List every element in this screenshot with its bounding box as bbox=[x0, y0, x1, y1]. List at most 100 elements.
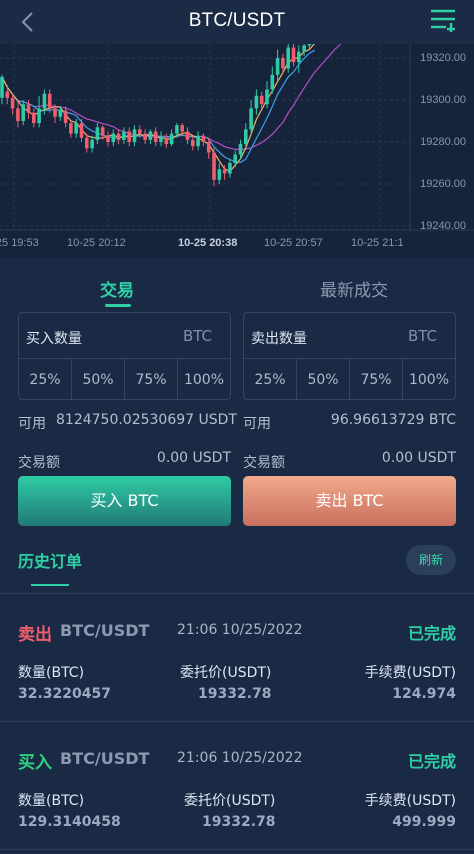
candle-body bbox=[297, 51, 301, 63]
y-tick-label: 19280.00 bbox=[420, 136, 466, 148]
refresh-button[interactable]: 刷新 bbox=[406, 545, 456, 575]
x-tick-label: 10-25 19:53 bbox=[0, 237, 39, 249]
page-title: BTC/USDT bbox=[188, 10, 286, 31]
x-tick-label: 10-25 20:12 bbox=[67, 237, 126, 249]
sell-pct-50-button[interactable]: 50% bbox=[297, 359, 350, 400]
sell-amount-label: 交易额 bbox=[243, 455, 285, 471]
top-bar: BTC/USDT bbox=[0, 0, 474, 44]
candle-body bbox=[69, 123, 73, 134]
candle-body bbox=[132, 129, 137, 142]
tab-active-indicator bbox=[105, 304, 131, 307]
candle-body bbox=[164, 137, 169, 145]
candle-body bbox=[106, 135, 110, 142]
candle-body bbox=[228, 163, 232, 174]
candle-body bbox=[63, 110, 68, 124]
candle-body bbox=[191, 139, 195, 147]
kline-chart[interactable]: 19320.00 19300.00 19280.00 19260.00 1924… bbox=[0, 44, 474, 258]
buy-percent-selector: 25% 50% 75% 100% bbox=[19, 358, 230, 400]
sell-quantity-label: 卖出数量 bbox=[251, 331, 307, 347]
order-fee-value: 499.999 bbox=[392, 814, 456, 830]
sell-amount-value: 0.00 USDT bbox=[381, 450, 456, 466]
y-tick-label: 19300.00 bbox=[420, 94, 466, 106]
buy-btc-button[interactable]: 买入 BTC bbox=[18, 476, 231, 526]
candle-body bbox=[196, 135, 200, 147]
trade-tabs: 交易 最新成交 bbox=[0, 268, 474, 312]
candle-body bbox=[16, 108, 20, 121]
candle-body bbox=[47, 93, 52, 109]
candle-body bbox=[148, 131, 153, 140]
order-pair: BTC/USDT bbox=[60, 749, 150, 768]
order-fee-label: 手续费(USDT) bbox=[364, 793, 456, 809]
order-qty-label: 数量(BTC) bbox=[18, 665, 85, 681]
buy-pct-50-button[interactable]: 50% bbox=[72, 359, 125, 400]
sell-pct-75-button[interactable]: 75% bbox=[350, 359, 403, 400]
candle-body bbox=[111, 133, 116, 142]
candle-body bbox=[249, 108, 253, 130]
candle-body bbox=[79, 123, 84, 138]
candle-body bbox=[206, 142, 211, 153]
order-side: 买入 bbox=[18, 753, 52, 773]
x-tick-label: 10-25 20:38 bbox=[178, 237, 238, 249]
candle-body bbox=[233, 154, 237, 163]
order-fee-label: 手续费(USDT) bbox=[364, 665, 456, 681]
candle-body bbox=[286, 47, 290, 69]
sell-quantity-unit: BTC bbox=[407, 327, 437, 345]
candle-body bbox=[5, 91, 10, 98]
candle-body bbox=[201, 135, 206, 142]
candle-body bbox=[238, 144, 243, 155]
buy-pct-25-button[interactable]: 25% bbox=[19, 359, 72, 400]
candle-body bbox=[143, 133, 147, 140]
buy-quantity-unit: BTC bbox=[182, 327, 212, 345]
candle-body bbox=[259, 95, 264, 105]
buy-amount-value: 0.00 USDT bbox=[156, 450, 231, 466]
history-tab-indicator bbox=[31, 584, 69, 586]
order-qty-label: 数量(BTC) bbox=[18, 793, 85, 809]
buy-pct-100-button[interactable]: 100% bbox=[178, 359, 230, 400]
candle-body bbox=[244, 129, 248, 145]
x-tick-label: 10-25 21:1 bbox=[351, 237, 404, 249]
order-row[interactable]: 卖出 BTC/USDT 21:06 10/25/2022 已完成 数量(BTC)… bbox=[0, 594, 474, 722]
candle-body bbox=[122, 131, 126, 140]
y-tick-label: 19260.00 bbox=[420, 178, 466, 190]
tab-latest-trades[interactable]: 最新成交 bbox=[320, 276, 388, 301]
candle-body bbox=[270, 74, 275, 90]
filter-menu-icon[interactable] bbox=[430, 7, 456, 33]
buy-quantity-input[interactable]: 买入数量 BTC 25% 50% 75% 100% bbox=[18, 312, 231, 400]
sell-quantity-input[interactable]: 卖出数量 BTC 25% 50% 75% 100% bbox=[243, 312, 456, 400]
buy-amount-label: 交易额 bbox=[18, 455, 60, 471]
candle-body bbox=[175, 125, 179, 134]
sell-available-value: 96.96613729 BTC bbox=[330, 412, 456, 428]
candle-body bbox=[222, 169, 227, 174]
buy-pct-75-button[interactable]: 75% bbox=[125, 359, 178, 400]
buy-available-label: 可用 bbox=[18, 416, 46, 432]
kline-chart-canvas bbox=[0, 44, 474, 231]
divider bbox=[0, 849, 474, 850]
y-tick-label: 19320.00 bbox=[420, 52, 466, 64]
order-qty-value: 32.3220457 bbox=[18, 686, 111, 702]
order-row[interactable]: 买入 BTC/USDT 21:06 10/25/2022 已完成 数量(BTC)… bbox=[0, 722, 474, 850]
candle-body bbox=[53, 108, 57, 117]
candle-body bbox=[37, 108, 41, 124]
candle-body bbox=[265, 89, 269, 105]
candle-body bbox=[42, 93, 47, 109]
candle-body bbox=[90, 139, 94, 149]
candle-body bbox=[127, 131, 131, 142]
candle-body bbox=[95, 127, 100, 140]
sell-btc-button[interactable]: 卖出 BTC bbox=[243, 476, 456, 526]
candle-body bbox=[32, 112, 36, 124]
candle-body bbox=[21, 104, 25, 121]
order-status: 已完成 bbox=[407, 624, 456, 643]
order-side: 卖出 bbox=[18, 625, 52, 645]
order-fee-value: 124.974 bbox=[392, 686, 456, 702]
tab-trade[interactable]: 交易 bbox=[100, 276, 134, 301]
sell-pct-100-button[interactable]: 100% bbox=[403, 359, 455, 400]
candle-body bbox=[138, 129, 142, 134]
candle-body bbox=[281, 58, 285, 69]
candle-body bbox=[169, 133, 174, 145]
buy-quantity-label: 买入数量 bbox=[26, 331, 82, 347]
candle-body bbox=[0, 76, 4, 98]
sell-pct-25-button[interactable]: 25% bbox=[244, 359, 297, 400]
candle-body bbox=[74, 123, 78, 134]
candle-body bbox=[217, 169, 222, 180]
history-orders-tab[interactable]: 历史订单 bbox=[18, 548, 82, 572]
